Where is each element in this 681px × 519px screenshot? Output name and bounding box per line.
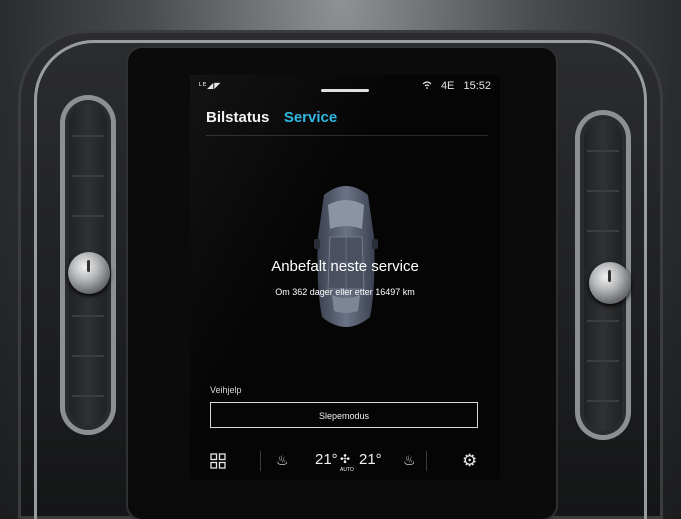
divider <box>260 451 261 471</box>
right-temperature[interactable]: 21° <box>359 451 382 468</box>
infotainment-screen: ᴸᴱ◢◤ 4E 15:52 Bilstatus Service Anbefalt… <box>190 75 500 480</box>
roadside-section-label: Veihjelp <box>210 385 242 395</box>
left-vent-knob <box>68 252 110 294</box>
right-vent-knob <box>589 262 631 304</box>
status-right: 4E 15:52 <box>416 80 491 92</box>
tab-divider <box>206 135 488 136</box>
service-title: Anbefalt neste service <box>271 258 419 275</box>
network-indicator: 4E <box>440 80 455 92</box>
connectivity-icons: ᴸᴱ◢◤ <box>199 81 222 90</box>
left-temperature[interactable]: 21° <box>315 451 338 468</box>
apps-grid-icon[interactable] <box>210 453 226 469</box>
car-dashboard: ᴸᴱ◢◤ 4E 15:52 Bilstatus Service Anbefalt… <box>0 0 681 519</box>
tab-service[interactable]: Service <box>284 109 337 126</box>
status-bar: ᴸᴱ◢◤ 4E 15:52 <box>190 75 500 97</box>
service-subtitle: Om 362 dager eller etter 16497 km <box>275 287 415 297</box>
climate-bar: ♨ 21° ✣ AUTO 21° ♨ ⚙ <box>190 443 500 480</box>
pull-down-handle[interactable] <box>321 89 369 92</box>
settings-gear-icon[interactable]: ⚙ <box>462 451 477 471</box>
fan-icon[interactable]: ✣ <box>340 452 350 466</box>
tab-bar: Bilstatus Service <box>206 109 347 129</box>
wifi-icon <box>422 80 435 92</box>
car-illustration <box>314 186 378 327</box>
fan-auto-label: AUTO <box>340 467 354 473</box>
tab-bilstatus[interactable]: Bilstatus <box>206 109 269 126</box>
seat-heat-left-icon[interactable]: ♨ <box>276 452 289 469</box>
tow-mode-button[interactable]: Slepemodus <box>210 402 478 428</box>
seat-heat-right-icon[interactable]: ♨ <box>403 452 416 469</box>
clock: 15:52 <box>463 80 491 92</box>
divider <box>426 451 427 471</box>
